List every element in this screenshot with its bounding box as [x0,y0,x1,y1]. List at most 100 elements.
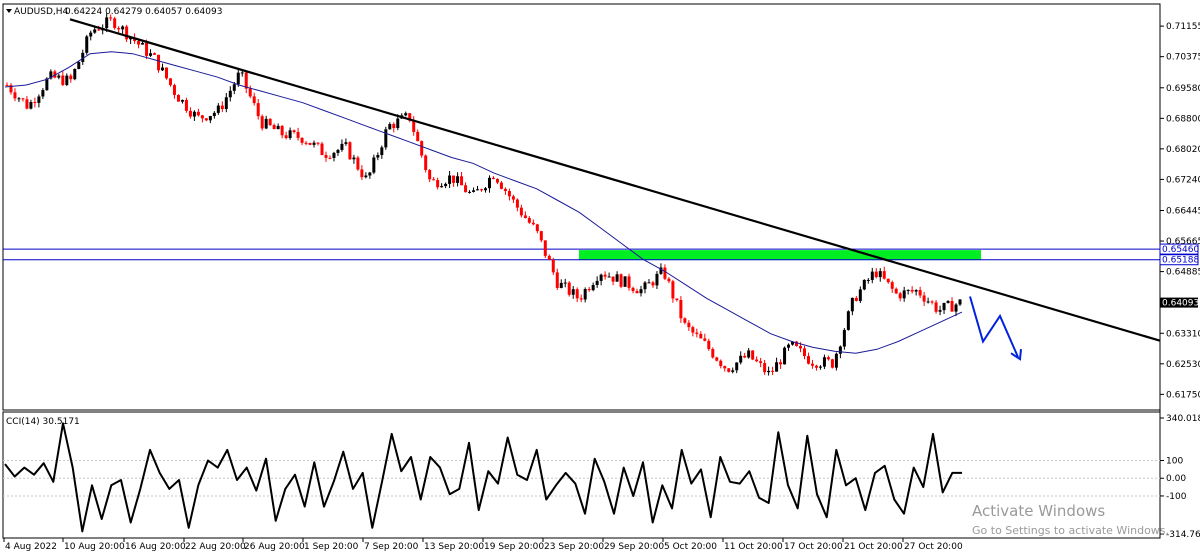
trendline-group [69,18,1161,342]
candle-body [555,272,559,288]
candle-body [5,85,9,87]
candle-body [938,310,942,312]
trendline[interactable] [69,18,1161,342]
candle-body [208,116,212,121]
candle-body [220,105,224,110]
projection-group [969,296,1022,361]
candle-body [499,182,503,189]
cci-line [4,422,962,533]
candle-body [826,357,830,360]
time-tick-label: 17 Oct 20:00 [784,542,843,552]
candle-body [531,222,535,225]
candle-body [679,300,683,319]
candle-body [332,152,336,158]
candle-body [444,183,448,187]
candle-body [599,274,603,281]
candlesticks [5,13,962,376]
candle-body [472,190,476,192]
candle-body [655,273,659,286]
candle-body [595,280,599,285]
price-tick-label: 0.68020 [1166,145,1200,155]
candle-body [858,289,862,301]
price-tick-label: 0.66445 [1166,207,1200,217]
candle-body [691,327,695,333]
dropdown-triangle-icon[interactable] [6,9,12,13]
candle-body [352,157,356,160]
candle-body [543,240,547,256]
candle-body [312,142,316,145]
price-chart[interactable]: AUDUSD,H4 0.64224 0.64279 0.64057 0.6409… [0,0,1200,556]
candle-body [491,177,495,179]
current-price-group: 0.64093 [1160,297,1199,309]
candle-body [830,359,834,368]
candle-body [456,176,460,183]
candle-body [288,130,292,139]
candle-body [627,276,631,288]
candle-body [85,36,89,53]
candle-body [727,368,731,372]
cci-label: CCI(14) 30.5171 [6,417,80,427]
time-tick-label: 23 Sep 20:00 [544,542,604,552]
candle-body [45,78,49,91]
candle-body [364,175,368,178]
time-tick-label: 7 Sep 20:00 [364,542,419,552]
supply-zone [579,250,981,261]
candle-body [188,110,192,117]
candle-body [264,118,268,129]
candle-body [818,366,822,368]
time-tick-label: 22 Aug 20:00 [185,542,246,552]
candle-body [763,363,767,373]
candle-body [176,94,180,102]
candle-body [149,53,153,56]
candle-body [200,115,204,119]
candle-body [902,290,906,299]
candle-body [424,155,428,170]
candle-body [97,29,101,31]
candle-body [579,298,583,300]
candle-body [480,189,484,191]
time-tick-label: 29 Sep 20:00 [604,542,664,552]
candle-body [380,147,384,156]
candle-body [336,149,340,153]
candle-body [105,17,109,29]
candle-body [539,231,543,241]
candle-body [615,274,619,282]
candle-body [850,297,854,312]
candle-body [735,362,739,371]
candle-body [61,75,65,85]
candle-body [954,304,958,312]
level-tag-label: 0.65188 [1162,256,1199,266]
candle-body [603,274,607,277]
candle-body [308,142,312,145]
candle-body [113,18,117,29]
candle-body [316,142,320,144]
time-tick-label: 21 Oct 20:00 [844,542,903,552]
candle-body [663,267,667,279]
moving-average-line [4,51,963,354]
candle-body [842,329,846,347]
candle-body [460,176,464,186]
candle-body [320,143,324,156]
supply-zone-rect [579,250,981,261]
candle-body [711,349,715,358]
candle-body [73,68,77,80]
candle-body [468,191,472,193]
candle-body [340,143,344,150]
candle-body [172,85,176,95]
candle-body [591,284,595,291]
candle-body [164,67,168,79]
price-tick-label: 0.61750 [1166,390,1200,400]
price-tick-label: 0.69580 [1166,84,1200,94]
candle-body [787,344,791,348]
candle-body [268,118,272,126]
candle-body [153,53,157,55]
candle-body [511,196,515,200]
candle-body [743,355,747,358]
candle-body [846,311,850,330]
candle-body [675,298,679,301]
candle-body [228,90,232,98]
candle-body [360,169,364,178]
candle-body [296,132,300,138]
projection-path[interactable] [969,296,1019,358]
candle-body [751,350,755,360]
